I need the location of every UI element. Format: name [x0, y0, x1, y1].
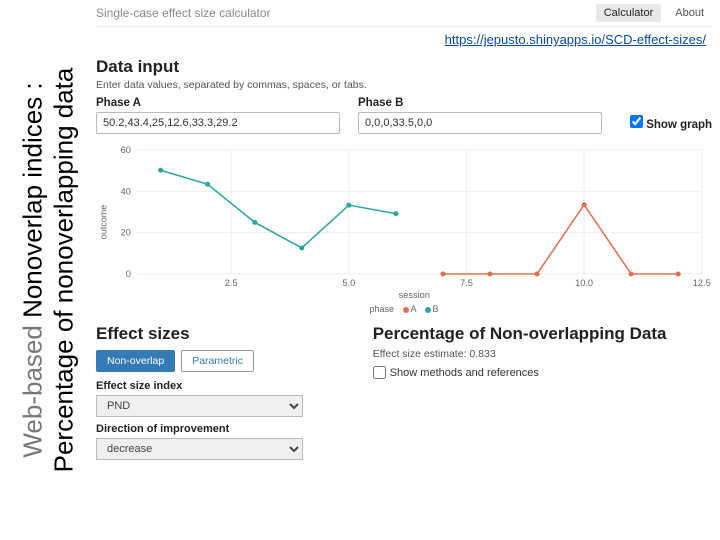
- app-link[interactable]: https://jepusto.shinyapps.io/SCD-effect-…: [445, 32, 706, 47]
- pnd-estimate: Effect size estimate: 0.833: [373, 348, 712, 360]
- chart-legend: phase A B: [96, 304, 712, 314]
- svg-text:7.5: 7.5: [460, 278, 473, 288]
- index-label: Effect size index: [96, 380, 355, 392]
- legend-dot-b: [425, 307, 431, 313]
- app-title: Single-case effect size calculator: [96, 6, 271, 20]
- svg-text:12.5: 12.5: [693, 278, 711, 288]
- show-methods-label: Show methods and references: [390, 367, 539, 379]
- data-input-hint: Enter data values, separated by commas, …: [96, 79, 712, 91]
- svg-text:10.0: 10.0: [575, 278, 593, 288]
- show-graph-toggle[interactable]: Show graph: [630, 115, 712, 131]
- legend-label: phase: [369, 304, 394, 314]
- svg-text:40: 40: [121, 186, 131, 196]
- svg-text:session: session: [399, 290, 430, 300]
- legend-dot-a: [403, 307, 409, 313]
- index-select[interactable]: PND: [96, 395, 303, 417]
- pnd-heading: Percentage of Non-overlapping Data: [373, 324, 712, 344]
- tab-parametric[interactable]: Parametric: [181, 350, 254, 372]
- vtitle-pre: Web-based: [17, 318, 47, 458]
- effect-sizes-heading: Effect sizes: [96, 324, 355, 344]
- vtitle-emph: Nonoverlap indices :: [17, 82, 47, 318]
- svg-text:60: 60: [121, 145, 131, 155]
- show-methods-toggle[interactable]: Show methods and references: [373, 366, 712, 379]
- show-graph-label: Show graph: [646, 119, 712, 131]
- show-graph-checkbox[interactable]: [630, 115, 643, 128]
- phase-a-input[interactable]: [96, 112, 340, 134]
- vtitle-line2: Percentage of nonoverlapping data: [48, 68, 79, 473]
- show-methods-checkbox[interactable]: [373, 366, 386, 379]
- chart-area: outcome 0 20 40 60 2.5 5.0 7.5 10.0 12.5 sessio…: [96, 142, 712, 302]
- phase-a-label: Phase A: [96, 97, 340, 109]
- tab-about[interactable]: About: [667, 4, 712, 22]
- svg-text:outcome: outcome: [98, 205, 108, 239]
- direction-select[interactable]: decrease: [96, 438, 303, 460]
- svg-text:20: 20: [121, 228, 131, 238]
- svg-text:2.5: 2.5: [225, 278, 238, 288]
- topbar: Single-case effect size calculator Calcu…: [96, 0, 712, 27]
- phase-b-label: Phase B: [358, 97, 602, 109]
- direction-label: Direction of improvement: [96, 423, 355, 435]
- tab-calculator[interactable]: Calculator: [596, 4, 662, 22]
- legend-b: B: [433, 304, 439, 314]
- svg-text:0: 0: [126, 269, 131, 279]
- svg-text:5.0: 5.0: [342, 278, 355, 288]
- vertical-title: Web-based Nonoverlap indices : Percentag…: [8, 0, 88, 540]
- phase-b-input[interactable]: [358, 112, 602, 134]
- legend-a: A: [411, 304, 417, 314]
- data-input-heading: Data input: [96, 57, 712, 77]
- tab-nonoverlap[interactable]: Non-overlap: [96, 350, 175, 372]
